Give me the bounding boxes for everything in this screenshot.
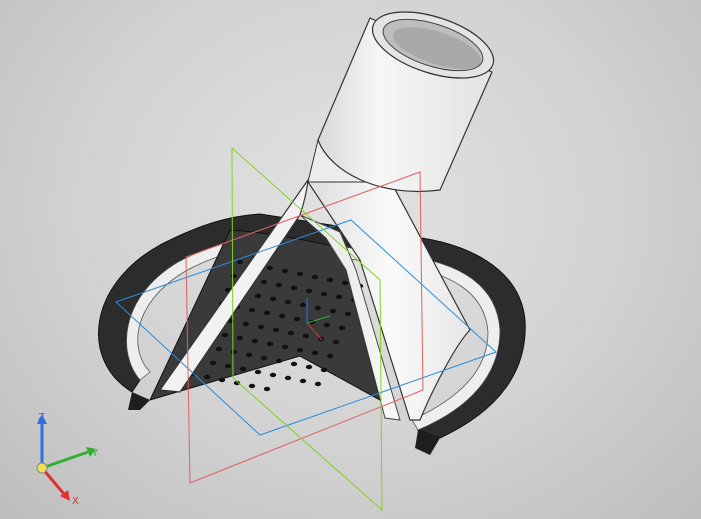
grid-hole bbox=[296, 271, 304, 277]
grid-hole bbox=[302, 333, 310, 339]
grid-hole bbox=[245, 352, 253, 358]
3d-viewport[interactable]: Z Y X bbox=[0, 0, 701, 519]
grid-hole bbox=[263, 310, 271, 316]
grid-hole bbox=[230, 349, 238, 355]
grid-hole bbox=[314, 381, 322, 387]
grid-hole bbox=[260, 279, 268, 285]
grid-hole bbox=[335, 294, 343, 300]
grid-hole bbox=[281, 344, 289, 350]
grid-hole bbox=[254, 293, 262, 299]
grid-hole bbox=[230, 273, 238, 279]
grid-hole bbox=[275, 282, 283, 288]
grid-hole bbox=[305, 288, 313, 294]
axis-z-label: Z bbox=[38, 412, 45, 423]
grid-hole bbox=[323, 322, 331, 328]
grid-hole bbox=[248, 383, 256, 389]
model-scene[interactable]: Z Y X bbox=[0, 0, 701, 519]
grid-hole bbox=[239, 366, 247, 372]
grid-hole bbox=[320, 367, 328, 373]
grid-hole bbox=[326, 277, 334, 283]
grid-hole bbox=[284, 299, 292, 305]
grid-hole bbox=[320, 291, 328, 297]
grid-hole bbox=[338, 325, 346, 331]
grid-hole bbox=[284, 375, 292, 381]
axis-x-label: X bbox=[72, 496, 79, 507]
grid-hole bbox=[278, 313, 286, 319]
grid-hole bbox=[272, 327, 280, 333]
grid-hole bbox=[215, 346, 223, 352]
grid-hole bbox=[221, 332, 229, 338]
grid-hole bbox=[218, 377, 226, 383]
grid-hole bbox=[293, 316, 301, 322]
grid-hole bbox=[260, 355, 268, 361]
grid-hole bbox=[341, 280, 349, 286]
grid-hole bbox=[242, 321, 250, 327]
grid-hole bbox=[305, 364, 313, 370]
grid-hole bbox=[311, 274, 319, 280]
grid-hole bbox=[326, 353, 334, 359]
grid-hole bbox=[299, 302, 307, 308]
grid-hole bbox=[257, 324, 265, 330]
grid-hole bbox=[209, 360, 217, 366]
grid-hole bbox=[224, 363, 232, 369]
grid-hole bbox=[269, 372, 277, 378]
grid-hole bbox=[275, 358, 283, 364]
grid-hole bbox=[332, 339, 340, 345]
grid-hole bbox=[290, 285, 298, 291]
grid-hole bbox=[281, 268, 289, 274]
inlet-tube[interactable] bbox=[317, 0, 502, 192]
grid-hole bbox=[269, 296, 277, 302]
grid-hole bbox=[266, 341, 274, 347]
grid-hole bbox=[290, 361, 298, 367]
grid-hole bbox=[296, 347, 304, 353]
grid-hole bbox=[287, 330, 295, 336]
grid-hole bbox=[344, 311, 352, 317]
grid-hole bbox=[236, 335, 244, 341]
grid-hole bbox=[254, 369, 262, 375]
grid-hole bbox=[236, 259, 244, 265]
grid-hole bbox=[329, 308, 337, 314]
grid-hole bbox=[251, 338, 259, 344]
grid-hole bbox=[263, 386, 271, 392]
grid-hole bbox=[248, 307, 256, 313]
grid-hole bbox=[266, 265, 274, 271]
grid-hole bbox=[314, 305, 322, 311]
grid-hole bbox=[203, 374, 211, 380]
axis-y-label: Y bbox=[91, 448, 99, 459]
orientation-triad[interactable]: Z Y X bbox=[36, 412, 99, 507]
grid-hole bbox=[311, 350, 319, 356]
grid-hole bbox=[299, 378, 307, 384]
